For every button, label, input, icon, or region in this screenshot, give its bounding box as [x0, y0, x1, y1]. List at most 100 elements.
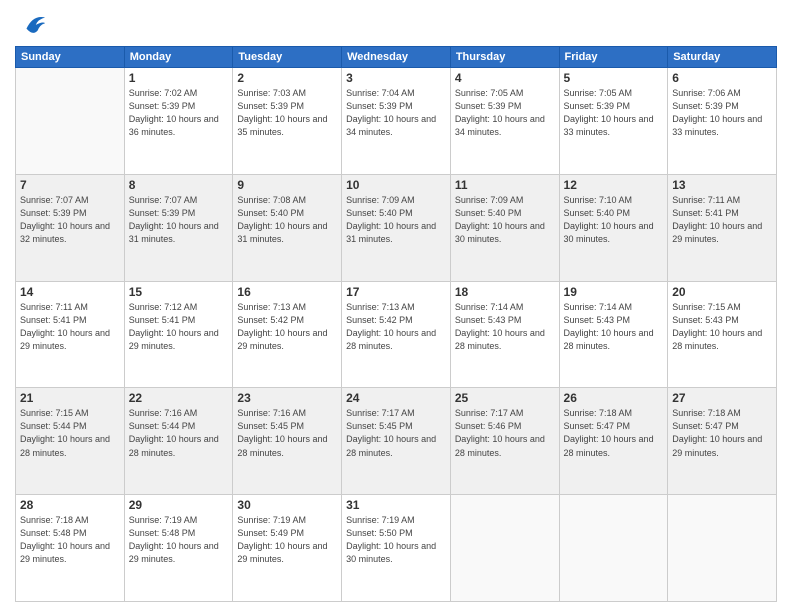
- calendar-day-cell: 12 Sunrise: 7:10 AMSunset: 5:40 PMDayligh…: [559, 174, 668, 281]
- calendar-week-row: 21 Sunrise: 7:15 AMSunset: 5:44 PMDayligh…: [16, 388, 777, 495]
- day-info: Sunrise: 7:09 AMSunset: 5:40 PMDaylight:…: [346, 194, 446, 246]
- calendar-day-cell: 16Sunrise: 7:13 AMSunset: 5:42 PMDayligh…: [233, 281, 342, 388]
- calendar-header-saturday: Saturday: [668, 47, 777, 68]
- calendar-day-cell: 18Sunrise: 7:14 AMSunset: 5:43 PMDayligh…: [450, 281, 559, 388]
- day-number: 5: [564, 71, 664, 85]
- header: [15, 10, 777, 38]
- day-number: 21: [20, 391, 120, 405]
- calendar-day-cell: 11 Sunrise: 7:09 AMSunset: 5:40 PMDayligh…: [450, 174, 559, 281]
- calendar-day-cell: 31 Sunrise: 7:19 AMSunset: 5:50 PMDayligh…: [342, 495, 451, 602]
- day-info: Sunrise: 7:19 AMSunset: 5:50 PMDaylight:…: [346, 514, 446, 566]
- day-info: Sunrise: 7:09 AMSunset: 5:40 PMDaylight:…: [455, 194, 555, 246]
- day-info: Sunrise: 7:18 AMSunset: 5:47 PMDaylight:…: [564, 407, 664, 459]
- day-info: Sunrise: 7:03 AMSunset: 5:39 PMDaylight:…: [237, 87, 337, 139]
- day-info: Sunrise: 7:02 AMSunset: 5:39 PMDaylight:…: [129, 87, 229, 139]
- day-info: Sunrise: 7:14 AMSunset: 5:43 PMDaylight:…: [455, 301, 555, 353]
- calendar-day-cell: 26 Sunrise: 7:18 AMSunset: 5:47 PMDayligh…: [559, 388, 668, 495]
- day-info: Sunrise: 7:18 AMSunset: 5:47 PMDaylight:…: [672, 407, 772, 459]
- day-info: Sunrise: 7:17 AMSunset: 5:45 PMDaylight:…: [346, 407, 446, 459]
- day-number: 28: [20, 498, 120, 512]
- calendar-day-cell: 29Sunrise: 7:19 AMSunset: 5:48 PMDayligh…: [124, 495, 233, 602]
- calendar-day-cell: 6 Sunrise: 7:06 AMSunset: 5:39 PMDaylight…: [668, 68, 777, 175]
- calendar-week-row: 7 Sunrise: 7:07 AMSunset: 5:39 PMDaylight…: [16, 174, 777, 281]
- day-number: 22: [129, 391, 229, 405]
- calendar-day-cell: [559, 495, 668, 602]
- day-number: 4: [455, 71, 555, 85]
- day-number: 6: [672, 71, 772, 85]
- logo: [15, 10, 47, 38]
- day-number: 23: [237, 391, 337, 405]
- day-number: 3: [346, 71, 446, 85]
- day-info: Sunrise: 7:07 AMSunset: 5:39 PMDaylight:…: [129, 194, 229, 246]
- day-number: 8: [129, 178, 229, 192]
- day-info: Sunrise: 7:06 AMSunset: 5:39 PMDaylight:…: [672, 87, 772, 139]
- day-info: Sunrise: 7:13 AMSunset: 5:42 PMDaylight:…: [346, 301, 446, 353]
- calendar-day-cell: 13 Sunrise: 7:11 AMSunset: 5:41 PMDayligh…: [668, 174, 777, 281]
- day-number: 16: [237, 285, 337, 299]
- day-info: Sunrise: 7:07 AMSunset: 5:39 PMDaylight:…: [20, 194, 120, 246]
- day-number: 1: [129, 71, 229, 85]
- calendar-header-sunday: Sunday: [16, 47, 125, 68]
- calendar-day-cell: 27 Sunrise: 7:18 AMSunset: 5:47 PMDayligh…: [668, 388, 777, 495]
- day-number: 7: [20, 178, 120, 192]
- day-number: 26: [564, 391, 664, 405]
- day-info: Sunrise: 7:12 AMSunset: 5:41 PMDaylight:…: [129, 301, 229, 353]
- day-info: Sunrise: 7:19 AMSunset: 5:49 PMDaylight:…: [237, 514, 337, 566]
- day-info: Sunrise: 7:05 AMSunset: 5:39 PMDaylight:…: [455, 87, 555, 139]
- calendar-header-friday: Friday: [559, 47, 668, 68]
- calendar-header-wednesday: Wednesday: [342, 47, 451, 68]
- calendar-day-cell: 5 Sunrise: 7:05 AMSunset: 5:39 PMDaylight…: [559, 68, 668, 175]
- day-info: Sunrise: 7:10 AMSunset: 5:40 PMDaylight:…: [564, 194, 664, 246]
- calendar-week-row: 1 Sunrise: 7:02 AMSunset: 5:39 PMDaylight…: [16, 68, 777, 175]
- calendar-week-row: 14Sunrise: 7:11 AMSunset: 5:41 PMDayligh…: [16, 281, 777, 388]
- calendar-day-cell: 10 Sunrise: 7:09 AMSunset: 5:40 PMDayligh…: [342, 174, 451, 281]
- calendar-day-cell: 25 Sunrise: 7:17 AMSunset: 5:46 PMDayligh…: [450, 388, 559, 495]
- calendar-day-cell: 4 Sunrise: 7:05 AMSunset: 5:39 PMDaylight…: [450, 68, 559, 175]
- calendar-day-cell: 24 Sunrise: 7:17 AMSunset: 5:45 PMDayligh…: [342, 388, 451, 495]
- logo-bird-icon: [19, 10, 47, 38]
- day-number: 10: [346, 178, 446, 192]
- calendar-day-cell: [668, 495, 777, 602]
- day-number: 12: [564, 178, 664, 192]
- day-info: Sunrise: 7:18 AMSunset: 5:48 PMDaylight:…: [20, 514, 120, 566]
- day-info: Sunrise: 7:17 AMSunset: 5:46 PMDaylight:…: [455, 407, 555, 459]
- day-number: 13: [672, 178, 772, 192]
- calendar-table: SundayMondayTuesdayWednesdayThursdayFrid…: [15, 46, 777, 602]
- calendar-header-tuesday: Tuesday: [233, 47, 342, 68]
- calendar-day-cell: [16, 68, 125, 175]
- day-info: Sunrise: 7:11 AMSunset: 5:41 PMDaylight:…: [20, 301, 120, 353]
- calendar-day-cell: 9 Sunrise: 7:08 AMSunset: 5:40 PMDaylight…: [233, 174, 342, 281]
- day-number: 17: [346, 285, 446, 299]
- calendar-day-cell: 2Sunrise: 7:03 AMSunset: 5:39 PMDaylight…: [233, 68, 342, 175]
- calendar-day-cell: 15Sunrise: 7:12 AMSunset: 5:41 PMDayligh…: [124, 281, 233, 388]
- day-number: 19: [564, 285, 664, 299]
- calendar-day-cell: 30 Sunrise: 7:19 AMSunset: 5:49 PMDayligh…: [233, 495, 342, 602]
- calendar-day-cell: 21 Sunrise: 7:15 AMSunset: 5:44 PMDayligh…: [16, 388, 125, 495]
- day-number: 11: [455, 178, 555, 192]
- day-number: 29: [129, 498, 229, 512]
- day-info: Sunrise: 7:14 AMSunset: 5:43 PMDaylight:…: [564, 301, 664, 353]
- day-info: Sunrise: 7:15 AMSunset: 5:44 PMDaylight:…: [20, 407, 120, 459]
- page: SundayMondayTuesdayWednesdayThursdayFrid…: [0, 0, 792, 612]
- day-info: Sunrise: 7:08 AMSunset: 5:40 PMDaylight:…: [237, 194, 337, 246]
- day-info: Sunrise: 7:05 AMSunset: 5:39 PMDaylight:…: [564, 87, 664, 139]
- day-number: 30: [237, 498, 337, 512]
- calendar-day-cell: 23 Sunrise: 7:16 AMSunset: 5:45 PMDayligh…: [233, 388, 342, 495]
- day-number: 31: [346, 498, 446, 512]
- calendar-day-cell: 22 Sunrise: 7:16 AMSunset: 5:44 PMDayligh…: [124, 388, 233, 495]
- day-info: Sunrise: 7:11 AMSunset: 5:41 PMDaylight:…: [672, 194, 772, 246]
- day-number: 9: [237, 178, 337, 192]
- calendar-day-cell: 28 Sunrise: 7:18 AMSunset: 5:48 PMDayligh…: [16, 495, 125, 602]
- day-info: Sunrise: 7:16 AMSunset: 5:45 PMDaylight:…: [237, 407, 337, 459]
- calendar-day-cell: [450, 495, 559, 602]
- day-number: 25: [455, 391, 555, 405]
- calendar-day-cell: 3 Sunrise: 7:04 AMSunset: 5:39 PMDaylight…: [342, 68, 451, 175]
- day-number: 24: [346, 391, 446, 405]
- day-info: Sunrise: 7:04 AMSunset: 5:39 PMDaylight:…: [346, 87, 446, 139]
- calendar-day-cell: 8 Sunrise: 7:07 AMSunset: 5:39 PMDaylight…: [124, 174, 233, 281]
- day-number: 27: [672, 391, 772, 405]
- day-info: Sunrise: 7:16 AMSunset: 5:44 PMDaylight:…: [129, 407, 229, 459]
- calendar-header-row: SundayMondayTuesdayWednesdayThursdayFrid…: [16, 47, 777, 68]
- calendar-day-cell: 19 Sunrise: 7:14 AMSunset: 5:43 PMDayligh…: [559, 281, 668, 388]
- calendar-day-cell: 17 Sunrise: 7:13 AMSunset: 5:42 PMDayligh…: [342, 281, 451, 388]
